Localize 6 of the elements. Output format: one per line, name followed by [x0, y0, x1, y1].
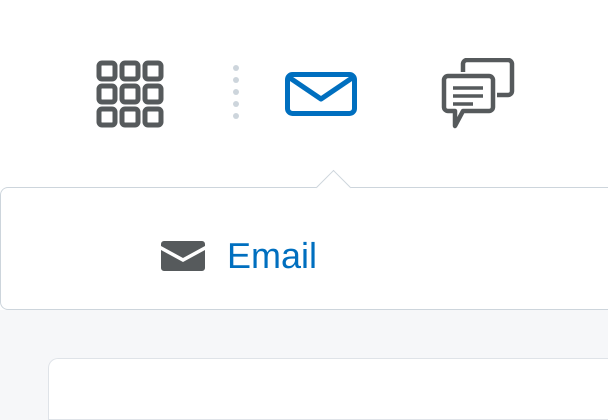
envelope-icon: [161, 241, 205, 272]
grid-icon: [96, 60, 164, 128]
separator-icon: [233, 65, 239, 119]
envelope-icon: [285, 72, 357, 116]
chat-bubbles-icon: [441, 58, 515, 130]
menu-item[interactable]: Email: [161, 236, 318, 276]
